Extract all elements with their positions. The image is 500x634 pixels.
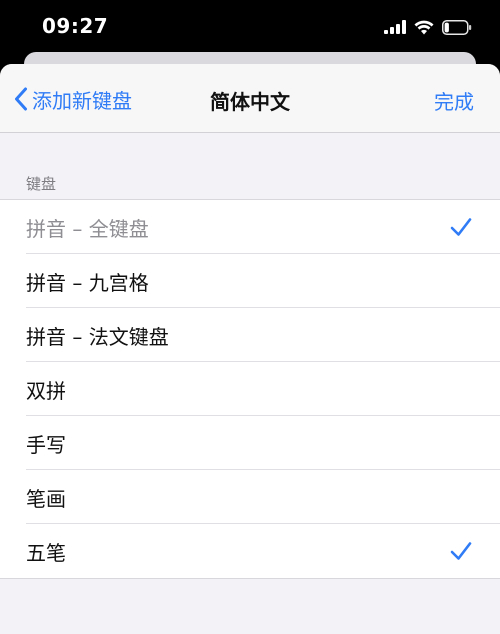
chevron-left-icon [15, 87, 27, 111]
keyboard-option-label: 双拼 [26, 378, 66, 403]
status-time: 09:27 [42, 14, 109, 38]
status-icons [384, 17, 472, 37]
keyboard-option-pinyin-full[interactable]: 拼音 – 全键盘 [0, 200, 500, 254]
checkmark-icon [450, 542, 472, 560]
keyboard-option-wubi[interactable]: 五笔 [0, 524, 500, 578]
keyboard-option-handwriting[interactable]: 手写 [0, 416, 500, 470]
keyboard-option-shuangpin[interactable]: 双拼 [0, 362, 500, 416]
keyboard-option-pinyin-9key[interactable]: 拼音 – 九宫格 [0, 254, 500, 308]
keyboard-option-stroke[interactable]: 笔画 [0, 470, 500, 524]
status-bar: 09:27 [0, 0, 500, 54]
keyboard-option-label: 五笔 [26, 540, 66, 565]
keyboard-option-label: 笔画 [26, 486, 66, 511]
screen: 09:27 添加新键盘 简体中文 完成 键盘 拼音 – 全键盘 拼音 – 九宫格… [0, 0, 500, 634]
done-button[interactable]: 完成 [434, 86, 474, 115]
modal-sheet: 添加新键盘 简体中文 完成 键盘 拼音 – 全键盘 拼音 – 九宫格 拼音 – … [0, 64, 500, 634]
section-header: 键盘 [26, 175, 57, 193]
keyboard-option-label: 拼音 – 全键盘 [26, 216, 149, 241]
keyboard-option-pinyin-french[interactable]: 拼音 – 法文键盘 [0, 308, 500, 362]
checkmark-icon [450, 218, 472, 236]
navigation-bar: 添加新键盘 简体中文 完成 [0, 64, 500, 133]
keyboard-option-label: 拼音 – 九宫格 [26, 270, 149, 295]
back-button-label: 添加新键盘 [32, 88, 132, 113]
wifi-icon [414, 20, 434, 34]
keyboard-option-label: 手写 [26, 432, 66, 457]
keyboard-option-label: 拼音 – 法文键盘 [26, 324, 169, 349]
keyboard-list: 拼音 – 全键盘 拼音 – 九宫格 拼音 – 法文键盘 双拼 手写 笔画 五笔 [0, 199, 500, 579]
back-button[interactable]: 添加新键盘 [14, 84, 132, 114]
battery-icon [442, 19, 472, 35]
cellular-signal-icon [384, 20, 406, 34]
